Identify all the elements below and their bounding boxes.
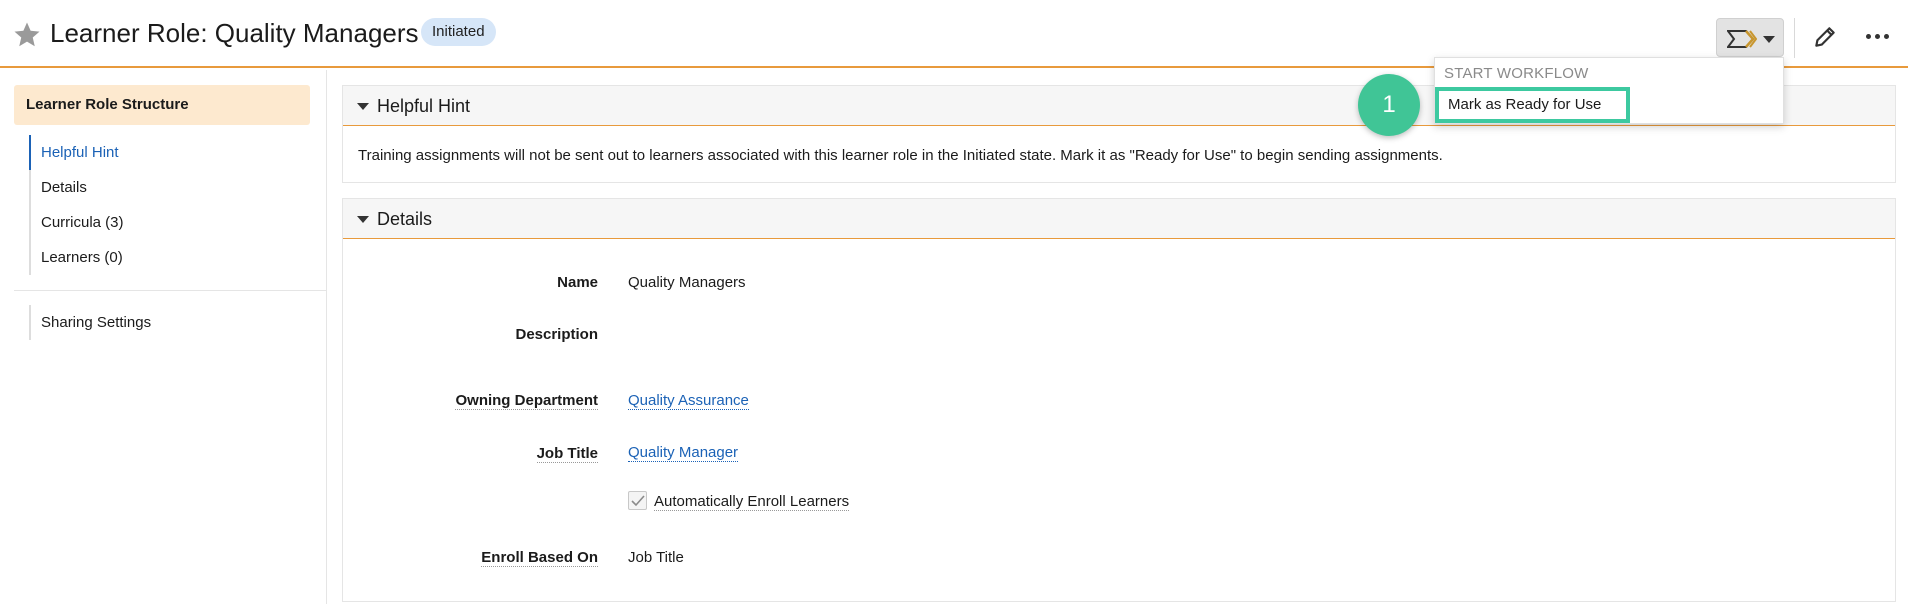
- mark-ready-menu-item[interactable]: Mark as Ready for Use: [1435, 87, 1630, 123]
- sidebar-title: Learner Role Structure: [14, 85, 310, 125]
- chevron-down-icon: [1763, 36, 1775, 43]
- triangle-down-icon: [357, 103, 369, 110]
- auto-enroll-label: Automatically Enroll Learners: [654, 493, 850, 511]
- sidebar-item-curricula[interactable]: Curricula (3): [31, 205, 124, 240]
- more-icon[interactable]: [1866, 34, 1889, 39]
- name-label: Name: [557, 274, 598, 291]
- job-title-label: Job Title: [536, 445, 598, 463]
- sidebar: Learner Role Structure Helpful Hint Deta…: [0, 70, 327, 604]
- sidebar-item-learners[interactable]: Learners (0): [31, 240, 124, 275]
- owning-department-label: Owning Department: [455, 392, 598, 410]
- details-panel: Details Name Quality Managers Descriptio…: [342, 198, 1896, 602]
- details-header[interactable]: Details: [343, 199, 1895, 239]
- auto-enroll-checkbox[interactable]: [628, 491, 647, 510]
- sidebar-nav-secondary: Sharing Settings: [29, 305, 151, 340]
- details-title: Details: [377, 209, 433, 229]
- star-icon[interactable]: [12, 20, 42, 50]
- workflow-button[interactable]: [1716, 18, 1784, 57]
- workflow-dropdown: START WORKFLOW Mark as Ready for Use: [1434, 57, 1784, 124]
- job-title-value: Quality Manager: [628, 444, 739, 462]
- sidebar-nav: Helpful Hint Details Curricula (3) Learn…: [29, 135, 124, 275]
- status-badge: Initiated: [421, 18, 496, 46]
- page-title: Learner Role: Quality Managers: [50, 18, 419, 48]
- sidebar-item-details[interactable]: Details: [31, 170, 124, 205]
- description-label: Description: [515, 326, 598, 343]
- name-value: Quality Managers: [628, 274, 746, 291]
- step-marker: 1: [1358, 74, 1420, 136]
- owning-department-value: Quality Assurance: [628, 392, 749, 410]
- triangle-down-icon: [357, 216, 369, 223]
- owning-department-link[interactable]: Quality Assurance: [628, 392, 749, 410]
- enroll-based-on-value: Job Title: [628, 549, 684, 566]
- helpful-hint-title: Helpful Hint: [377, 96, 471, 116]
- hint-text: Training assignments will not be sent ou…: [358, 147, 1443, 164]
- check-icon: [631, 495, 645, 507]
- enroll-based-on-label: Enroll Based On: [481, 549, 598, 567]
- workflow-icon: [1727, 30, 1757, 48]
- sidebar-item-helpful-hint[interactable]: Helpful Hint: [29, 135, 124, 170]
- sidebar-item-sharing-settings[interactable]: Sharing Settings: [31, 305, 151, 340]
- pencil-icon[interactable]: [1812, 24, 1838, 50]
- dropdown-header: START WORKFLOW: [1444, 65, 1589, 82]
- sidebar-divider: [14, 290, 326, 291]
- job-title-link[interactable]: Quality Manager: [628, 444, 739, 462]
- header-divider: [1794, 18, 1795, 58]
